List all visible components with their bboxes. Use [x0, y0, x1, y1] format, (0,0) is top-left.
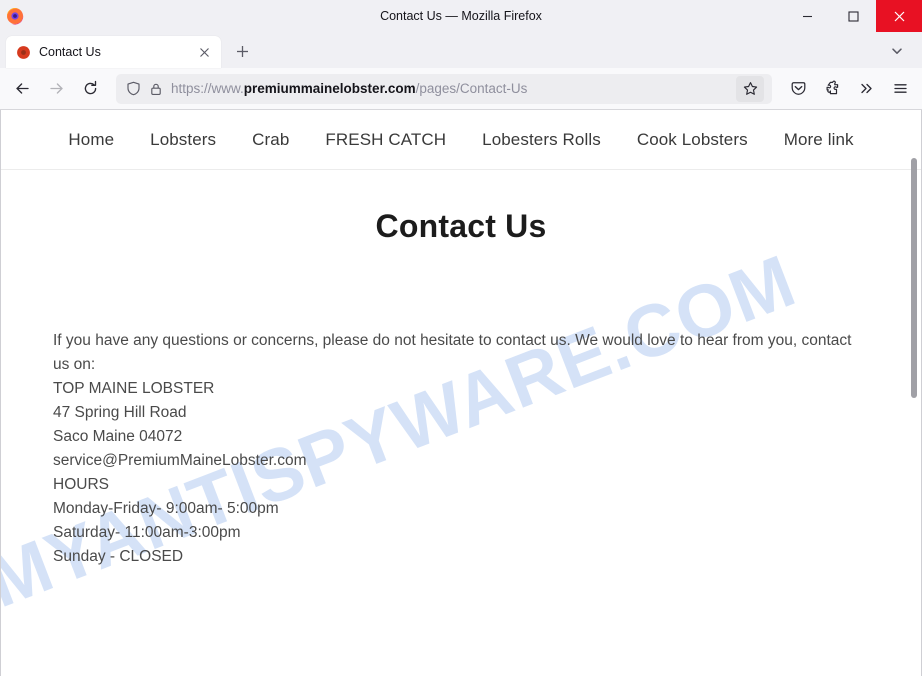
tab-strip: Contact Us — [0, 32, 922, 68]
window-controls — [784, 0, 922, 32]
list-all-tabs-button[interactable] — [882, 36, 912, 66]
page-title: Contact Us — [375, 208, 547, 244]
nav-item-home[interactable]: Home — [68, 130, 114, 150]
extensions-puzzle-icon[interactable] — [816, 73, 848, 105]
url-path: /pages/Contact-Us — [415, 81, 528, 96]
browser-tab[interactable]: Contact Us — [6, 36, 221, 68]
url-text[interactable]: https://www.premiummainelobster.com/page… — [171, 81, 728, 96]
application-menu-icon[interactable] — [884, 73, 916, 105]
tab-close-icon[interactable] — [195, 43, 213, 61]
contact-details: If you have any questions or concerns, p… — [53, 329, 865, 569]
back-button[interactable] — [6, 73, 38, 105]
site-navigation: Home Lobsters Crab FRESH CATCH Lobesters… — [1, 110, 921, 170]
nav-item-fresh-catch[interactable]: FRESH CATCH — [325, 130, 446, 150]
scrollbar-thumb[interactable] — [911, 158, 917, 398]
close-button[interactable] — [876, 0, 922, 32]
nav-item-lobesters-rolls[interactable]: Lobesters Rolls — [482, 130, 601, 150]
nav-item-lobsters[interactable]: Lobsters — [150, 130, 216, 150]
nav-item-cook-lobsters[interactable]: Cook Lobsters — [637, 130, 748, 150]
contact-intro: If you have any questions or concerns, p… — [53, 332, 852, 373]
contact-city: Saco Maine 04072 — [53, 428, 183, 445]
address-bar[interactable]: https://www.premiummainelobster.com/page… — [116, 73, 772, 104]
hours-heading: HOURS — [53, 476, 109, 493]
url-scheme: https://www. — [171, 81, 244, 96]
new-tab-button[interactable] — [227, 36, 257, 66]
forward-button[interactable] — [40, 73, 72, 105]
reload-button[interactable] — [74, 73, 106, 105]
hours-sunday: Sunday - CLOSED — [53, 548, 184, 565]
page-scrollbar[interactable] — [907, 110, 921, 676]
save-to-pocket-icon[interactable] — [782, 73, 814, 105]
nav-item-crab[interactable]: Crab — [252, 130, 289, 150]
minimize-button[interactable] — [784, 0, 830, 32]
contact-street: 47 Spring Hill Road — [53, 404, 187, 421]
tab-title: Contact Us — [39, 45, 101, 59]
tracking-protection-shield-icon[interactable] — [126, 81, 141, 96]
web-content-area: Home Lobsters Crab FRESH CATCH Lobesters… — [0, 110, 922, 676]
window-titlebar: Contact Us — Mozilla Firefox — [0, 0, 922, 32]
toolbar-right-group — [782, 73, 916, 105]
contact-company: TOP MAINE LOBSTER — [53, 380, 215, 397]
bookmark-star-icon[interactable] — [736, 75, 764, 102]
firefox-favicon-icon — [16, 45, 31, 60]
lock-icon[interactable] — [149, 82, 163, 96]
url-domain: premiummainelobster.com — [243, 81, 416, 96]
hours-weekdays: Monday-Friday- 9:00am- 5:00pm — [53, 500, 279, 517]
hours-saturday: Saturday- 11:00am-3:00pm — [53, 524, 241, 541]
maximize-button[interactable] — [830, 0, 876, 32]
overflow-menu-icon[interactable] — [850, 73, 882, 105]
browser-toolbar: https://www.premiummainelobster.com/page… — [0, 68, 922, 110]
firefox-logo-icon — [6, 7, 24, 25]
nav-item-more-link[interactable]: More link — [784, 130, 854, 150]
contact-email: service@PremiumMaineLobster.com — [53, 452, 307, 469]
